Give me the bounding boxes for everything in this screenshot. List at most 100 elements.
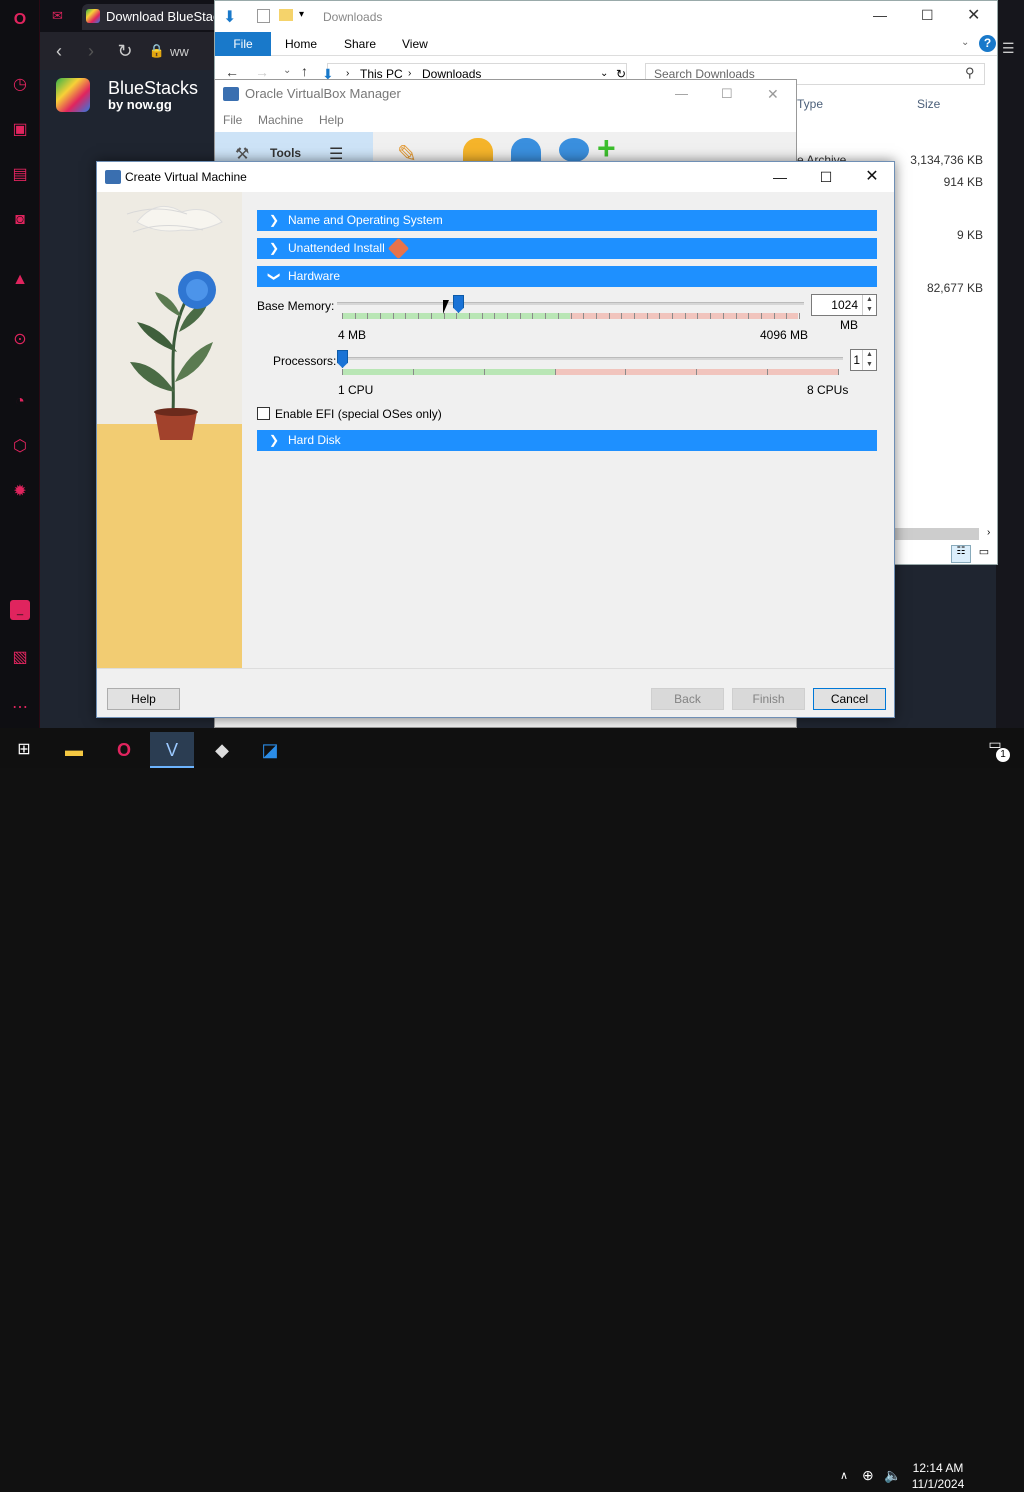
taskbar-clock[interactable]: 12:14 AM 11/1/2024 bbox=[898, 1460, 978, 1492]
slider-tick bbox=[456, 313, 457, 319]
processors-slider[interactable] bbox=[337, 348, 843, 378]
section-unattended[interactable]: ❯ Unattended Install bbox=[257, 237, 877, 260]
easy-setup-icon[interactable]: ☰ bbox=[1002, 40, 1015, 57]
folder-icon[interactable] bbox=[279, 9, 293, 21]
memory-spinbox[interactable]: 1024 MB ▲ ▼ bbox=[811, 294, 877, 332]
menu-machine[interactable]: Machine bbox=[258, 113, 303, 127]
enable-efi-checkbox[interactable] bbox=[257, 407, 270, 420]
virtualbox-taskbar-icon[interactable]: V bbox=[150, 732, 194, 768]
ribbon-view-tab[interactable]: View bbox=[402, 32, 428, 56]
import-icon[interactable] bbox=[463, 138, 493, 162]
slider-tick bbox=[507, 313, 508, 319]
opera-sidebar: O ◷ ▣ ▤ ◙ ▲ ⊙ ◔ ⬡ ✹ _ ▧ ⋯ bbox=[0, 0, 40, 728]
roblox-studio-icon[interactable]: ◪ bbox=[248, 732, 292, 768]
close-icon[interactable]: ✕ bbox=[967, 5, 980, 25]
column-type[interactable]: Type bbox=[797, 97, 823, 111]
twitch-icon[interactable]: ▤ bbox=[10, 165, 30, 185]
explorer-title: Downloads bbox=[323, 10, 383, 24]
ribbon-share-tab[interactable]: Share bbox=[344, 32, 376, 56]
more-icon[interactable]: ⋯ bbox=[10, 698, 30, 718]
dialog-maximize-icon[interactable]: ☐ bbox=[803, 162, 849, 192]
slider-tick bbox=[596, 313, 597, 319]
properties-icon[interactable] bbox=[257, 9, 270, 23]
slider-tick bbox=[609, 313, 610, 319]
roblox-icon[interactable]: ◆ bbox=[200, 732, 244, 768]
discord-icon[interactable]: ◙ bbox=[10, 210, 30, 230]
menu-help[interactable]: Help bbox=[319, 113, 344, 127]
export-icon[interactable] bbox=[511, 138, 541, 162]
base-memory-slider[interactable] bbox=[337, 294, 804, 324]
opera-logo-icon[interactable]: O bbox=[10, 10, 30, 30]
memory-min-label: 4 MB bbox=[338, 328, 367, 342]
finish-button[interactable]: Finish bbox=[732, 688, 805, 710]
dialog-close-icon[interactable]: ✕ bbox=[849, 162, 895, 192]
large-icons-view-icon[interactable]: ▭ bbox=[975, 545, 993, 563]
dialog-footer: Help Back Finish Cancel bbox=[97, 668, 894, 717]
back-icon[interactable]: ‹ bbox=[48, 40, 70, 62]
section-unattended-label: Unattended Install bbox=[288, 241, 385, 255]
add-icon[interactable]: + bbox=[597, 132, 616, 164]
memory-slider-thumb[interactable] bbox=[453, 295, 464, 313]
nav-forward-icon[interactable]: → bbox=[255, 64, 269, 80]
explorer-ribbon: File Home Share View ⌄ ? bbox=[215, 32, 997, 56]
tray-chevron-up-icon[interactable]: ∧ bbox=[840, 1469, 848, 1482]
forward-icon[interactable]: › bbox=[80, 40, 102, 62]
terminal-icon[interactable]: _ bbox=[10, 600, 30, 620]
spin-arrows-icon[interactable]: ▲ ▼ bbox=[862, 350, 876, 370]
processors-slider-thumb[interactable] bbox=[337, 350, 348, 368]
vbm-tools-item[interactable]: ⚒ Tools ☰ bbox=[215, 132, 373, 164]
network-icon[interactable]: ⊕ bbox=[862, 1467, 874, 1484]
address-bar[interactable]: ww bbox=[170, 44, 189, 59]
vbm-maximize-icon[interactable]: ☐ bbox=[721, 80, 733, 108]
nav-back-icon[interactable]: ← bbox=[225, 64, 239, 80]
extensions-icon[interactable]: ⬡ bbox=[10, 437, 30, 457]
horizontal-scrollbar[interactable] bbox=[895, 528, 979, 540]
reload-icon[interactable]: ↻ bbox=[114, 40, 136, 62]
back-button[interactable]: Back bbox=[651, 688, 724, 710]
shopping-icon[interactable]: ▣ bbox=[10, 120, 30, 140]
vbm-minimize-icon[interactable]: — bbox=[675, 80, 688, 108]
start-windows-icon[interactable]: ⊞ bbox=[2, 732, 46, 768]
maximize-icon[interactable]: ☐ bbox=[921, 7, 934, 24]
section-hardware[interactable]: ❯ Hardware bbox=[257, 266, 877, 287]
gallery-icon[interactable]: ▧ bbox=[10, 648, 30, 668]
new-icon-gear[interactable] bbox=[559, 138, 589, 162]
vbm-title-bar: Oracle VirtualBox Manager — ☐ ✕ bbox=[215, 80, 796, 108]
processors-spinbox[interactable]: 1 ▲ ▼ bbox=[850, 349, 877, 371]
tools-label: Tools bbox=[270, 146, 302, 160]
dialog-minimize-icon[interactable]: — bbox=[757, 162, 803, 192]
column-size[interactable]: Size bbox=[917, 97, 940, 111]
section-name-os[interactable]: ❯ Name and Operating System bbox=[257, 210, 877, 231]
scroll-right-icon[interactable]: › bbox=[987, 527, 990, 538]
aria-icon[interactable]: ▲ bbox=[10, 270, 30, 290]
slider-tick bbox=[545, 313, 546, 319]
details-view-icon[interactable]: ☷ bbox=[951, 545, 971, 563]
player-icon[interactable]: ⊙ bbox=[10, 330, 30, 350]
help-icon[interactable]: ? bbox=[979, 35, 996, 52]
tab-menu-icon[interactable]: ✉ bbox=[52, 8, 63, 24]
qat-dropdown-icon[interactable]: ▾ bbox=[299, 9, 304, 20]
ribbon-expand-icon[interactable]: ⌄ bbox=[961, 37, 969, 48]
dialog-title-bar: Create Virtual Machine — ☐ ✕ bbox=[97, 162, 894, 192]
memory-unsafe-range bbox=[570, 313, 798, 319]
spin-arrows-icon[interactable]: ▲ ▼ bbox=[862, 295, 876, 315]
opera-taskbar-icon[interactable]: O bbox=[102, 732, 146, 768]
memory-value: 1024 MB bbox=[831, 298, 858, 332]
section-hard-disk[interactable]: ❯ Hard Disk bbox=[257, 430, 877, 451]
vbm-close-icon[interactable]: ✕ bbox=[767, 80, 779, 108]
enable-efi-label[interactable]: Enable EFI (special OSes only) bbox=[275, 407, 442, 421]
help-button[interactable]: Help bbox=[107, 688, 180, 710]
minimize-icon[interactable]: — bbox=[873, 7, 887, 23]
file-explorer-icon[interactable]: ▬ bbox=[52, 732, 96, 768]
slider-tick bbox=[672, 313, 673, 319]
ribbon-file-tab[interactable]: File bbox=[215, 32, 271, 56]
history-icon[interactable]: ◔ bbox=[10, 392, 30, 412]
slider-tick bbox=[393, 313, 394, 319]
settings-gear-icon[interactable]: ✹ bbox=[10, 482, 30, 502]
nav-up-icon[interactable]: ↑ bbox=[301, 63, 308, 79]
menu-file[interactable]: File bbox=[223, 113, 242, 127]
ribbon-home-tab[interactable]: Home bbox=[285, 32, 317, 56]
speed-dial-icon[interactable]: ◷ bbox=[10, 75, 30, 95]
recent-icon[interactable]: ⌄ bbox=[283, 65, 291, 76]
cancel-button[interactable]: Cancel bbox=[813, 688, 886, 710]
